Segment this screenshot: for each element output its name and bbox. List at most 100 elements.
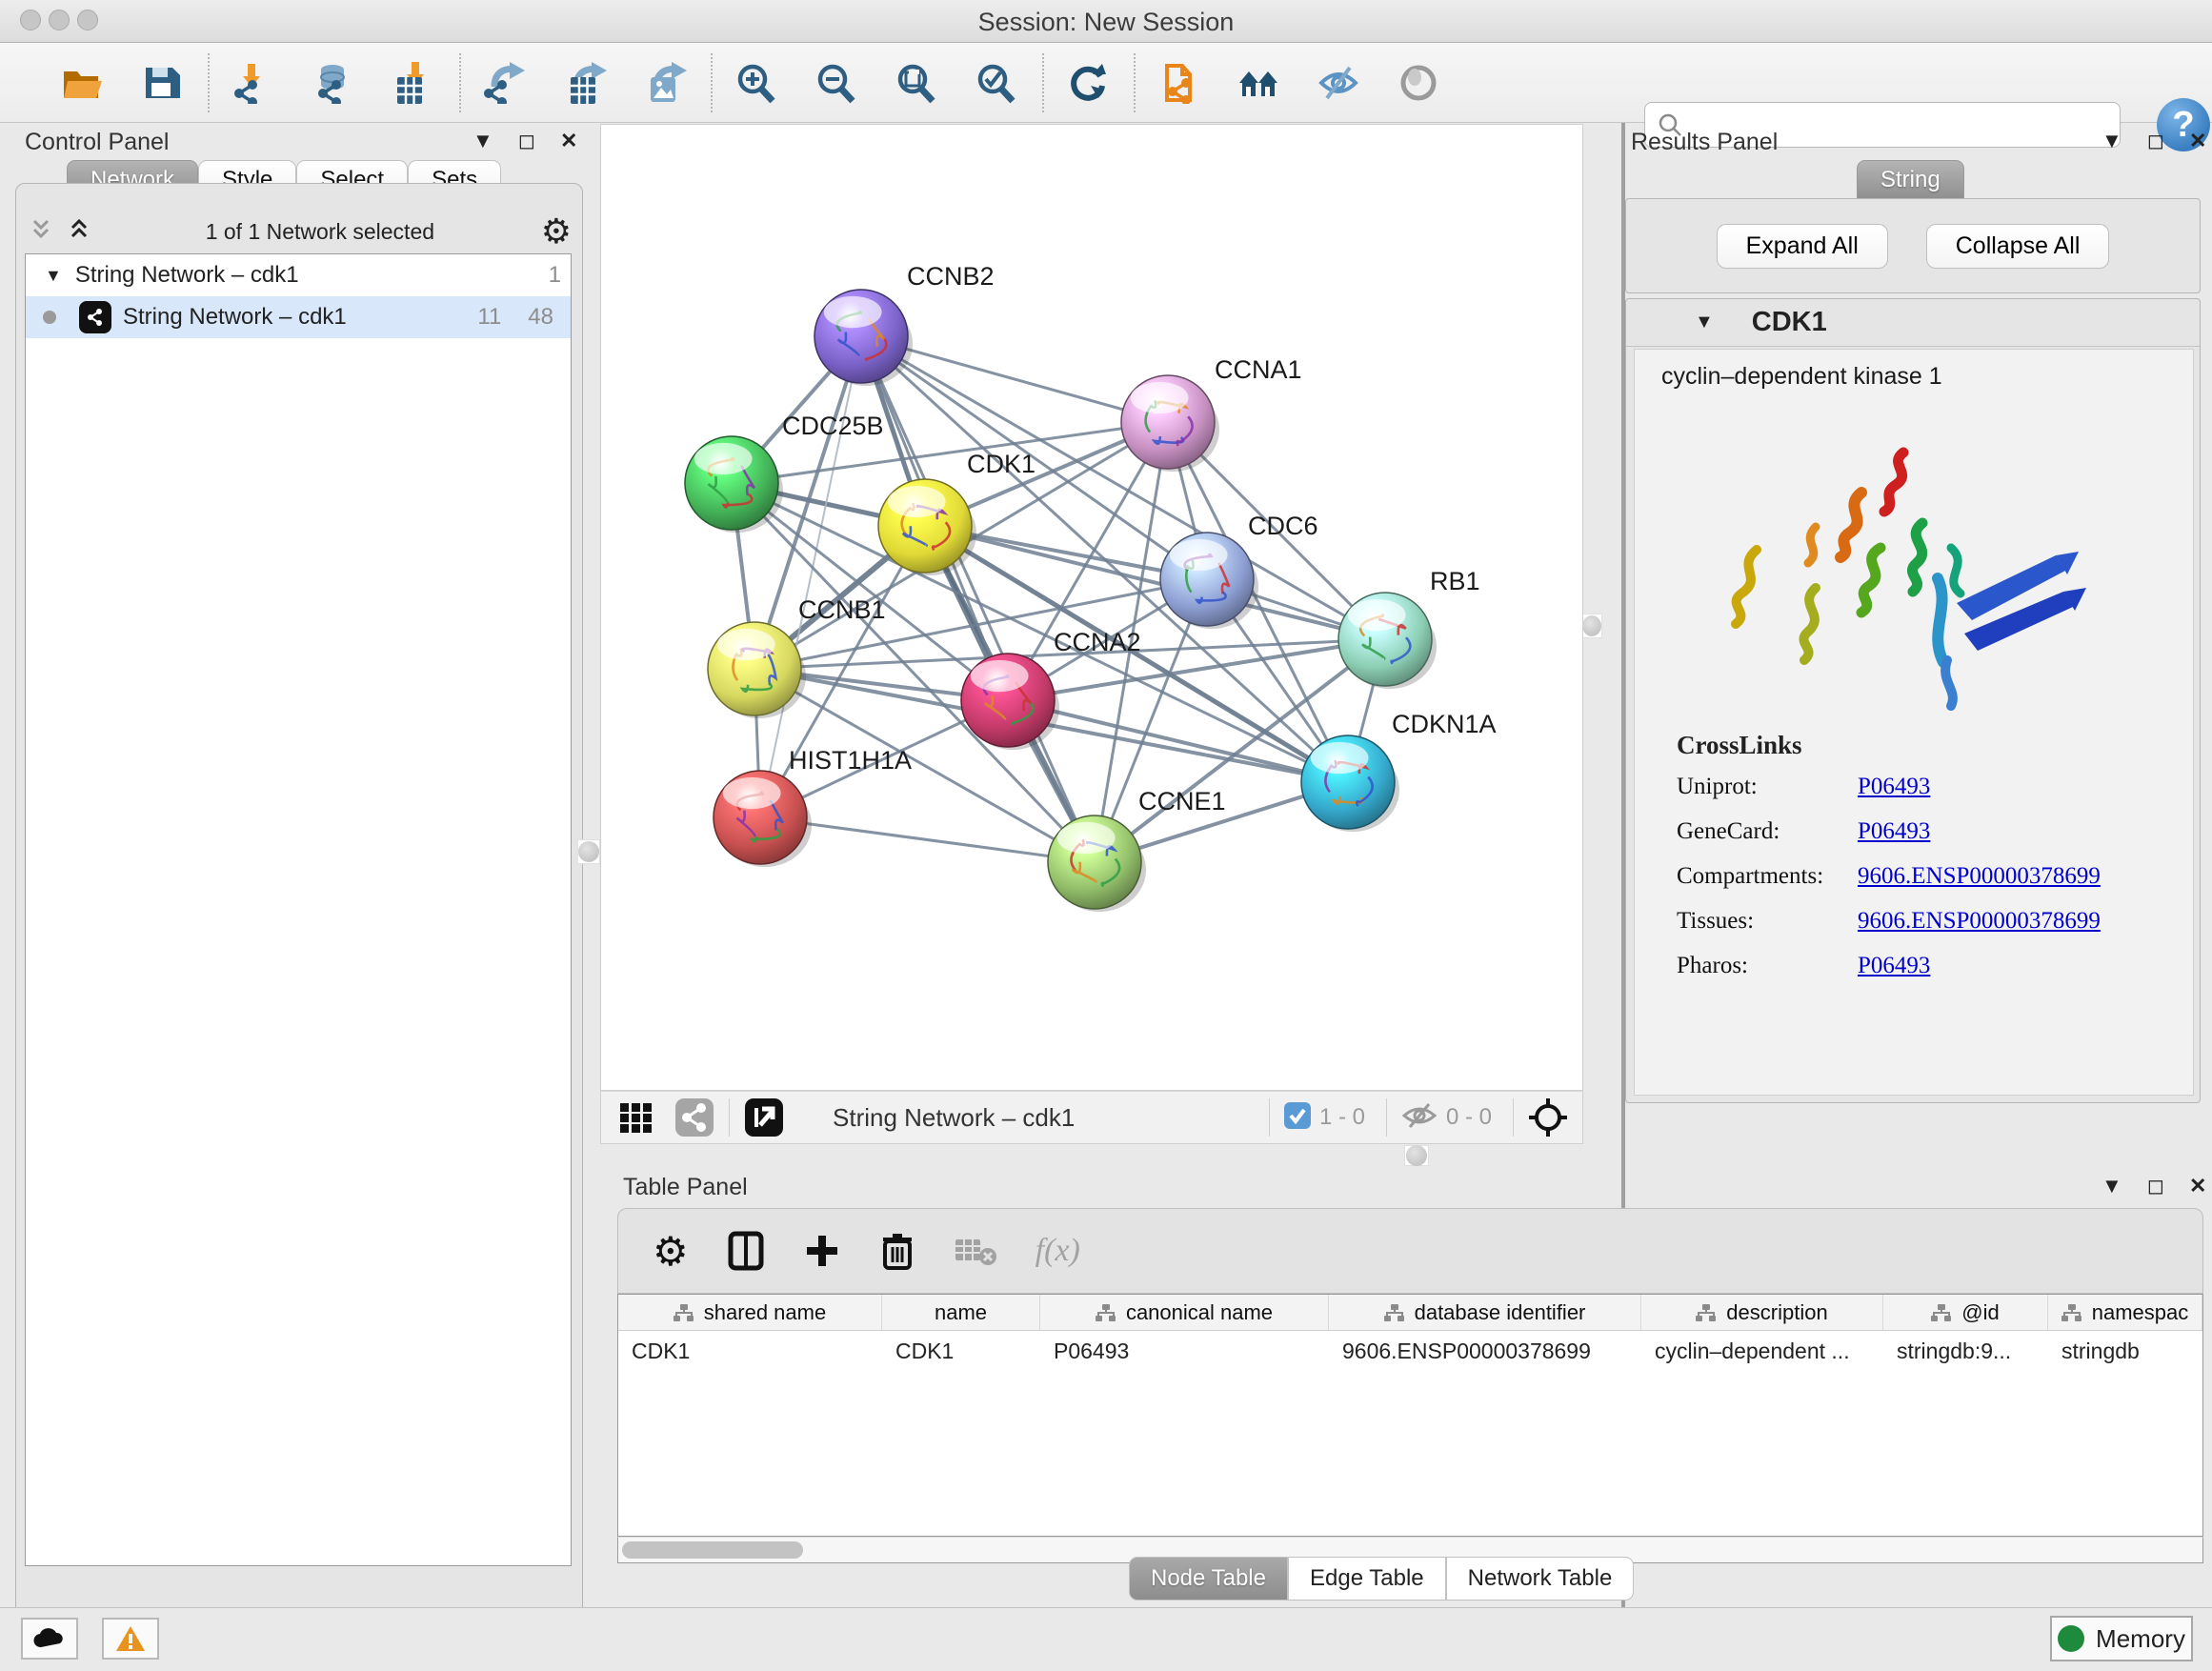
float-panel-icon[interactable]: ◻: [2147, 131, 2164, 151]
collapse-all-button[interactable]: Collapse All: [1926, 224, 2110, 269]
export-image-icon[interactable]: [640, 57, 692, 109]
right-splitter-handle[interactable]: [1581, 614, 1602, 638]
cloud-status-button[interactable]: [21, 1618, 78, 1660]
table-row[interactable]: CDK1CDK1P064939606.ENSP00000378699cyclin…: [618, 1331, 2202, 1371]
table-header-row: shared namenamecanonical namedatabase id…: [618, 1295, 2202, 1331]
import-database-icon[interactable]: [309, 57, 360, 109]
network-view-canvas[interactable]: CCNB2CCNA1CDC25BCDK1CDC6RB1CCNB1CCNA2CDK…: [600, 124, 1583, 1091]
title-bar: Session: New Session: [0, 0, 2212, 43]
status-bar: Memory: [0, 1607, 2212, 1671]
column-header-namespac[interactable]: namespac: [2048, 1295, 2202, 1330]
gene-name: CDK1: [1752, 307, 1827, 338]
table-cell[interactable]: 9606.ENSP00000378699: [1329, 1339, 1641, 1364]
zoom-out-icon[interactable]: [812, 57, 863, 109]
network-node-cdk1[interactable]: CDK1: [878, 450, 1036, 575]
open-in-new-icon[interactable]: [743, 1097, 785, 1138]
tab-node-table[interactable]: Node Table: [1129, 1557, 1288, 1601]
crosslink-link[interactable]: 9606.ENSP00000378699: [1858, 863, 2101, 890]
close-panel-icon[interactable]: ✕: [560, 131, 577, 151]
zoom-in-icon[interactable]: [732, 57, 783, 109]
import-table-icon[interactable]: [389, 57, 440, 109]
cloud-icon: [31, 1626, 68, 1651]
network-node-cdkn1a[interactable]: CDKN1A: [1301, 710, 1497, 832]
zoom-selected-icon[interactable]: [972, 57, 1023, 109]
crosslink-link[interactable]: P06493: [1858, 818, 1930, 845]
column-header-shared-name[interactable]: shared name: [618, 1295, 882, 1330]
tree-expander-icon[interactable]: ▼: [45, 266, 62, 286]
network-collection-row[interactable]: ▼ String Network – cdk1 1: [26, 254, 571, 296]
column-header-canonical-name[interactable]: canonical name: [1040, 1295, 1329, 1330]
save-session-icon[interactable]: [137, 57, 189, 109]
window-title: Session: New Session: [0, 8, 2212, 37]
hidden-eye-slash-icon[interactable]: [1400, 1100, 1438, 1136]
crosslink-link[interactable]: 9606.ENSP00000378699: [1858, 908, 2101, 935]
collapse-panel-icon[interactable]: ▼: [2101, 131, 2122, 151]
close-panel-icon[interactable]: ✕: [2189, 131, 2206, 151]
zoom-fit-icon[interactable]: [892, 57, 943, 109]
network-options-gear-icon[interactable]: ⚙: [541, 214, 572, 249]
hide-selected-icon[interactable]: [1315, 57, 1366, 109]
bottom-splitter-handle[interactable]: [1404, 1145, 1429, 1166]
show-columns-icon[interactable]: [727, 1230, 765, 1272]
open-session-icon[interactable]: [57, 57, 109, 109]
function-builder-icon: f(x): [1036, 1233, 1080, 1269]
collapse-all-icon[interactable]: [29, 217, 61, 246]
column-header--id[interactable]: @id: [1883, 1295, 2048, 1330]
float-panel-icon[interactable]: ◻: [518, 131, 535, 151]
network-node-cdc6[interactable]: CDC6: [1160, 512, 1318, 629]
gene-expander-icon[interactable]: ▼: [1695, 312, 1714, 333]
column-header-description[interactable]: description: [1641, 1295, 1883, 1330]
network-from-file-icon[interactable]: [1155, 57, 1206, 109]
application-window: Session: New Session ? Control Panel ▼ ◻…: [0, 0, 2212, 1671]
tab-network-table[interactable]: Network Table: [1446, 1557, 1635, 1601]
crosslink-link[interactable]: P06493: [1858, 953, 1930, 979]
network-node-ccnb1[interactable]: CCNB1: [708, 595, 886, 718]
birdseye-grid-icon[interactable]: [616, 1097, 656, 1137]
selected-checkbox-icon[interactable]: [1283, 1101, 1312, 1135]
refresh-icon[interactable]: [1063, 57, 1115, 109]
table-cell[interactable]: CDK1: [618, 1339, 882, 1364]
warning-status-button[interactable]: [102, 1618, 159, 1660]
network-row-selected[interactable]: String Network – cdk1 11 48: [26, 296, 571, 338]
table-cell[interactable]: CDK1: [882, 1339, 1040, 1364]
table-cell[interactable]: P06493: [1040, 1339, 1329, 1364]
expand-all-icon[interactable]: [67, 217, 99, 246]
network-node-ccne1[interactable]: CCNE1: [1048, 787, 1226, 912]
network-node-cdc25b[interactable]: CDC25B: [685, 412, 884, 533]
collapse-panel-icon[interactable]: ▼: [473, 131, 493, 151]
network-node-hist1h1a[interactable]: HIST1H1A: [714, 746, 912, 867]
left-splitter-handle[interactable]: [577, 839, 600, 864]
column-header-database-identifier[interactable]: database identifier: [1329, 1295, 1641, 1330]
import-network-icon[interactable]: [229, 57, 280, 109]
gene-panel-header[interactable]: ▼ CDK1: [1626, 299, 2200, 347]
fit-selected-crosshair-icon[interactable]: [1527, 1097, 1569, 1138]
expand-all-button[interactable]: Expand All: [1717, 224, 1888, 269]
crosslinks-heading: CrossLinks: [1677, 731, 2101, 760]
column-header-name[interactable]: name: [882, 1295, 1040, 1330]
warning-icon: [114, 1624, 147, 1653]
show-all-icon[interactable]: [1395, 57, 1446, 109]
memory-label: Memory: [2096, 1624, 2185, 1654]
table-cell[interactable]: stringdb:9...: [1883, 1339, 2048, 1364]
delete-column-trash-icon[interactable]: [879, 1230, 915, 1272]
table-cell[interactable]: stringdb: [2048, 1339, 2202, 1364]
export-table-icon[interactable]: [560, 57, 612, 109]
tab-string[interactable]: String: [1857, 160, 1964, 200]
add-column-icon[interactable]: [803, 1230, 841, 1272]
tab-edge-table[interactable]: Edge Table: [1288, 1557, 1446, 1601]
crosslink-link[interactable]: P06493: [1858, 774, 1930, 800]
node-table[interactable]: shared namenamecanonical namedatabase id…: [617, 1294, 2203, 1537]
home-icon[interactable]: [1235, 57, 1286, 109]
close-panel-icon[interactable]: ✕: [2189, 1176, 2206, 1197]
string-share-icon-disabled[interactable]: [674, 1097, 715, 1138]
scrollbar-thumb[interactable]: [622, 1541, 803, 1559]
table-settings-gear-icon[interactable]: ⚙: [653, 1228, 689, 1275]
gene-details: cyclin–dependent kinase 1: [1634, 349, 2194, 1096]
table-cell[interactable]: cyclin–dependent ...: [1641, 1339, 1883, 1364]
memory-button[interactable]: Memory: [2050, 1616, 2193, 1661]
float-panel-icon[interactable]: ◻: [2147, 1176, 2164, 1197]
network-node-rb1[interactable]: RB1: [1338, 567, 1480, 689]
network-node-ccna1[interactable]: CCNA1: [1121, 355, 1302, 472]
export-network-icon[interactable]: [480, 57, 532, 109]
collapse-panel-icon[interactable]: ▼: [2101, 1176, 2122, 1197]
